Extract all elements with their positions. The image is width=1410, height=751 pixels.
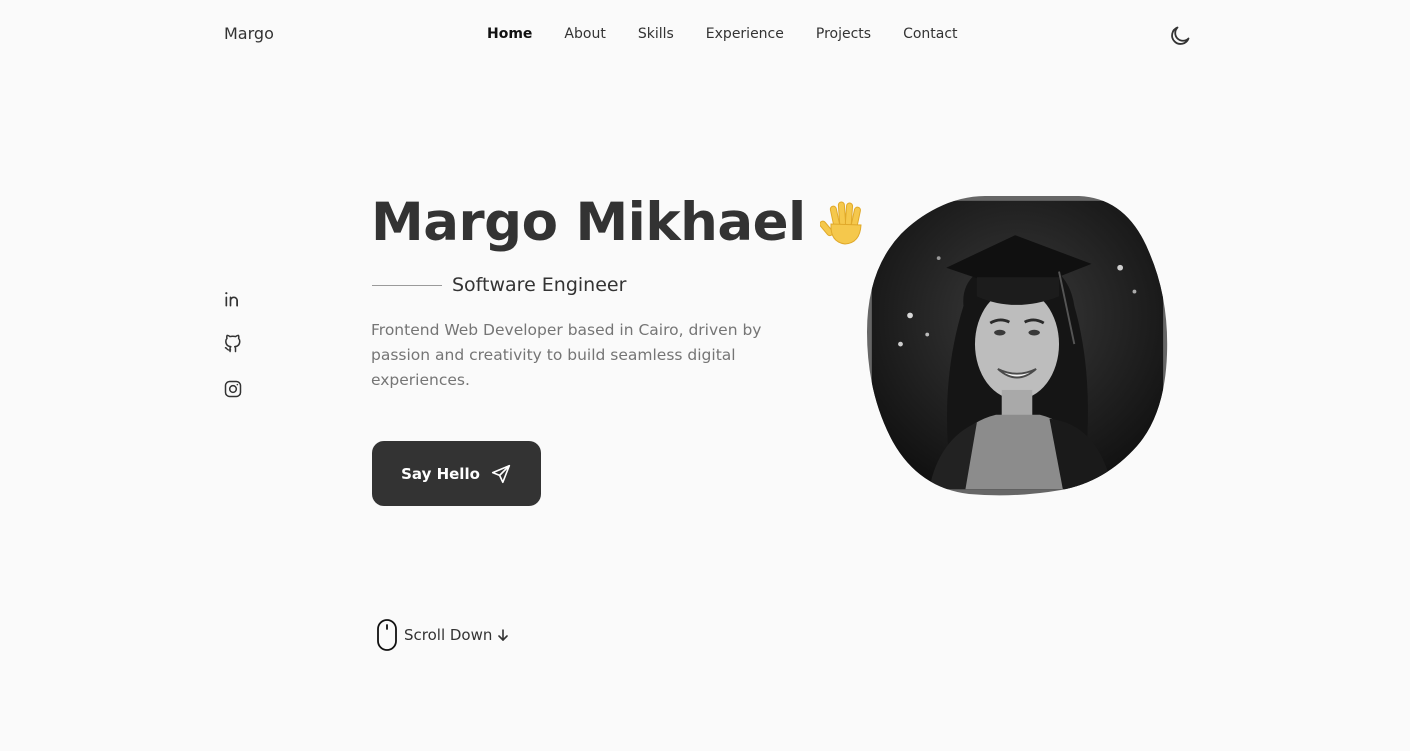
nav-home[interactable]: Home [487,26,532,42]
waving-hand-icon [819,198,870,248]
hero-subtitle: Software Engineer [452,274,627,296]
subtitle-row: Software Engineer [372,274,626,296]
hero-name: Margo Mikhael [371,192,806,253]
hero-title: Margo Mikhael [371,192,870,253]
nav-experience[interactable]: Experience [706,26,784,42]
say-hello-label: Say Hello [401,464,480,483]
instagram-icon [224,380,242,398]
github-icon [224,334,241,353]
nav-contact[interactable]: Contact [903,26,957,42]
nav-skills[interactable]: Skills [638,26,674,42]
linkedin-icon [225,292,238,307]
arrow-down-icon [498,629,509,641]
say-hello-button[interactable]: Say Hello [372,441,541,506]
github-link[interactable] [223,334,245,356]
subtitle-divider [372,284,442,286]
moon-icon [1171,26,1190,45]
scroll-down-label: Scroll Down [404,626,493,644]
send-icon [491,464,510,483]
site-header: Margo Home About Skills Experience Proje… [0,0,1410,70]
theme-toggle-button[interactable] [1168,24,1192,48]
profile-image [865,194,1170,496]
instagram-link[interactable] [223,379,245,401]
scroll-down-link[interactable]: Scroll Down [376,618,510,652]
nav-projects[interactable]: Projects [816,26,871,42]
hero-description: Frontend Web Developer based in Cairo, d… [371,321,762,389]
social-links [223,289,245,424]
linkedin-link[interactable] [223,289,245,311]
mouse-icon [377,619,397,651]
nav-about[interactable]: About [564,26,605,42]
brand-logo[interactable]: Margo [224,24,274,43]
